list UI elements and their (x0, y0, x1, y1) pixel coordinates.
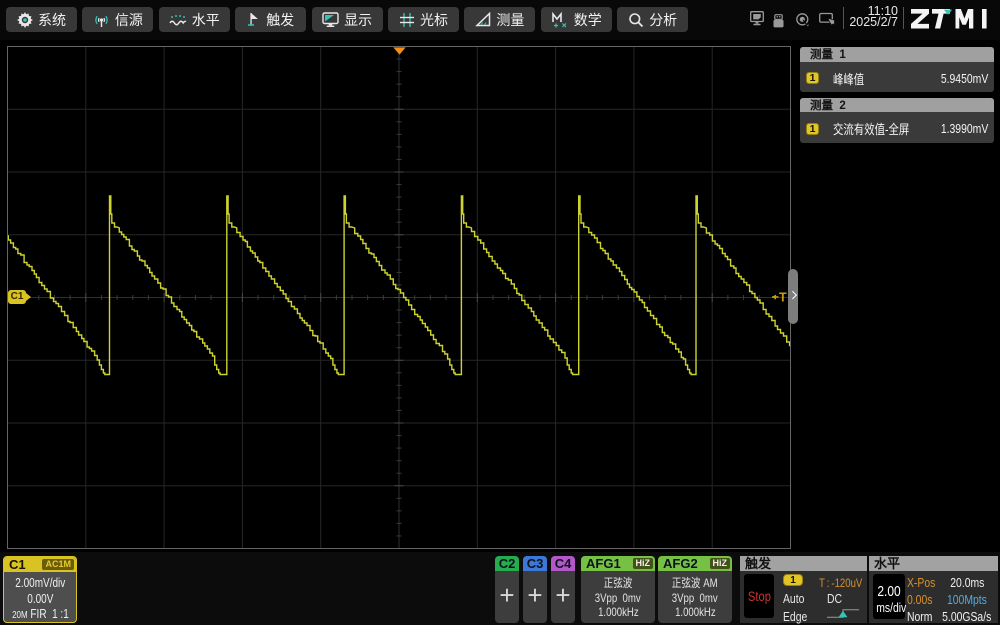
svg-text:T: T (779, 291, 787, 303)
